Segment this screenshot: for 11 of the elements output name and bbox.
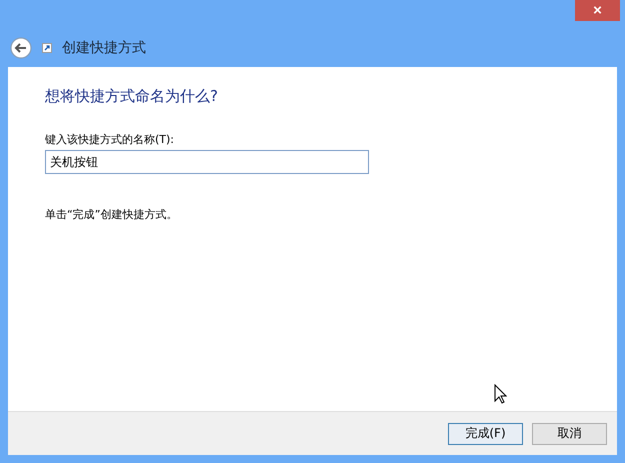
back-icon[interactable]: [10, 36, 32, 58]
shortcut-icon: [42, 42, 52, 52]
name-field[interactable]: 关机按钮: [45, 150, 369, 174]
cursor-icon: [494, 384, 507, 404]
instruction-text: 单击“完成”创建快捷方式。: [45, 207, 178, 222]
wizard-heading: 想将快捷方式命名为什么?: [45, 87, 219, 106]
finish-button[interactable]: 完成(F): [448, 422, 523, 445]
window-title: 创建快捷方式: [62, 38, 146, 56]
field-label: 键入该快捷方式的名称(T):: [45, 132, 176, 147]
cancel-button[interactable]: 取消: [532, 422, 607, 445]
close-button[interactable]: ×: [575, 0, 620, 21]
